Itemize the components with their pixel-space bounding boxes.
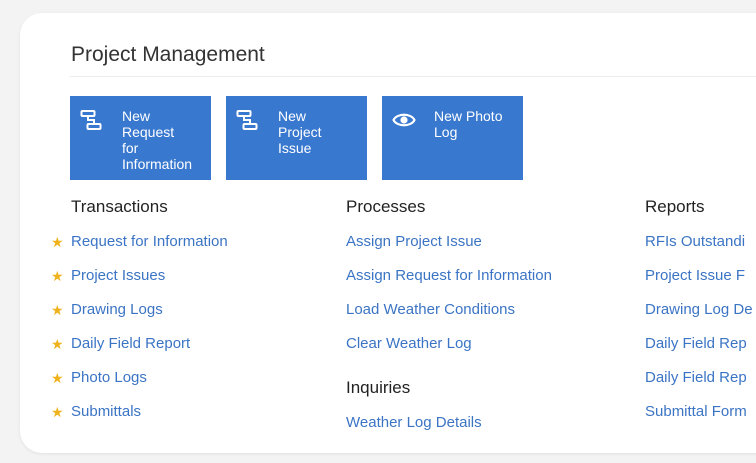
flowchart-icon	[80, 110, 102, 130]
link-daily-field-report[interactable]: Daily Field Report	[71, 335, 190, 352]
tile-label: New Request for Information	[122, 108, 193, 172]
reports-heading: Reports	[645, 197, 705, 216]
star-icon[interactable]: ★	[51, 405, 64, 420]
star-icon[interactable]: ★	[51, 371, 64, 386]
new-project-issue-tile[interactable]: New Project Issue	[226, 96, 367, 180]
new-rfi-tile[interactable]: New Request for Information	[70, 96, 211, 180]
new-photo-log-tile[interactable]: New Photo Log	[382, 96, 523, 180]
link-report-drawing-log[interactable]: Drawing Log De	[645, 301, 753, 318]
tile-label: New Photo Log	[434, 108, 503, 140]
link-project-issues[interactable]: Project Issues	[71, 267, 165, 284]
tile-label: New Project Issue	[278, 108, 322, 156]
link-clear-weather-log[interactable]: Clear Weather Log	[346, 335, 472, 352]
eye-icon	[392, 113, 416, 127]
link-report-rfis-outstanding[interactable]: RFIs Outstandi	[645, 233, 745, 250]
star-icon[interactable]: ★	[51, 303, 64, 318]
title-divider	[70, 76, 756, 77]
inquiries-heading: Inquiries	[346, 378, 411, 397]
page-title: Project Management	[71, 43, 265, 66]
link-photo-logs[interactable]: Photo Logs	[71, 369, 147, 386]
link-weather-log-details[interactable]: Weather Log Details	[346, 414, 482, 431]
link-assign-request-for-information[interactable]: Assign Request for Information	[346, 267, 552, 284]
link-report-submittal-form[interactable]: Submittal Form	[645, 403, 747, 420]
star-icon[interactable]: ★	[51, 235, 64, 250]
link-request-for-information[interactable]: Request for Information	[71, 233, 228, 250]
link-report-daily-field-1[interactable]: Daily Field Rep	[645, 335, 747, 352]
star-icon[interactable]: ★	[51, 337, 64, 352]
star-icon[interactable]: ★	[51, 269, 64, 284]
link-submittals[interactable]: Submittals	[71, 403, 141, 420]
link-report-project-issue[interactable]: Project Issue F	[645, 267, 745, 284]
link-drawing-logs[interactable]: Drawing Logs	[71, 301, 163, 318]
link-report-daily-field-2[interactable]: Daily Field Rep	[645, 369, 747, 386]
transactions-heading: Transactions	[71, 197, 168, 216]
link-assign-project-issue[interactable]: Assign Project Issue	[346, 233, 482, 250]
flowchart-icon	[236, 110, 258, 130]
processes-heading: Processes	[346, 197, 426, 216]
link-load-weather-conditions[interactable]: Load Weather Conditions	[346, 301, 515, 318]
